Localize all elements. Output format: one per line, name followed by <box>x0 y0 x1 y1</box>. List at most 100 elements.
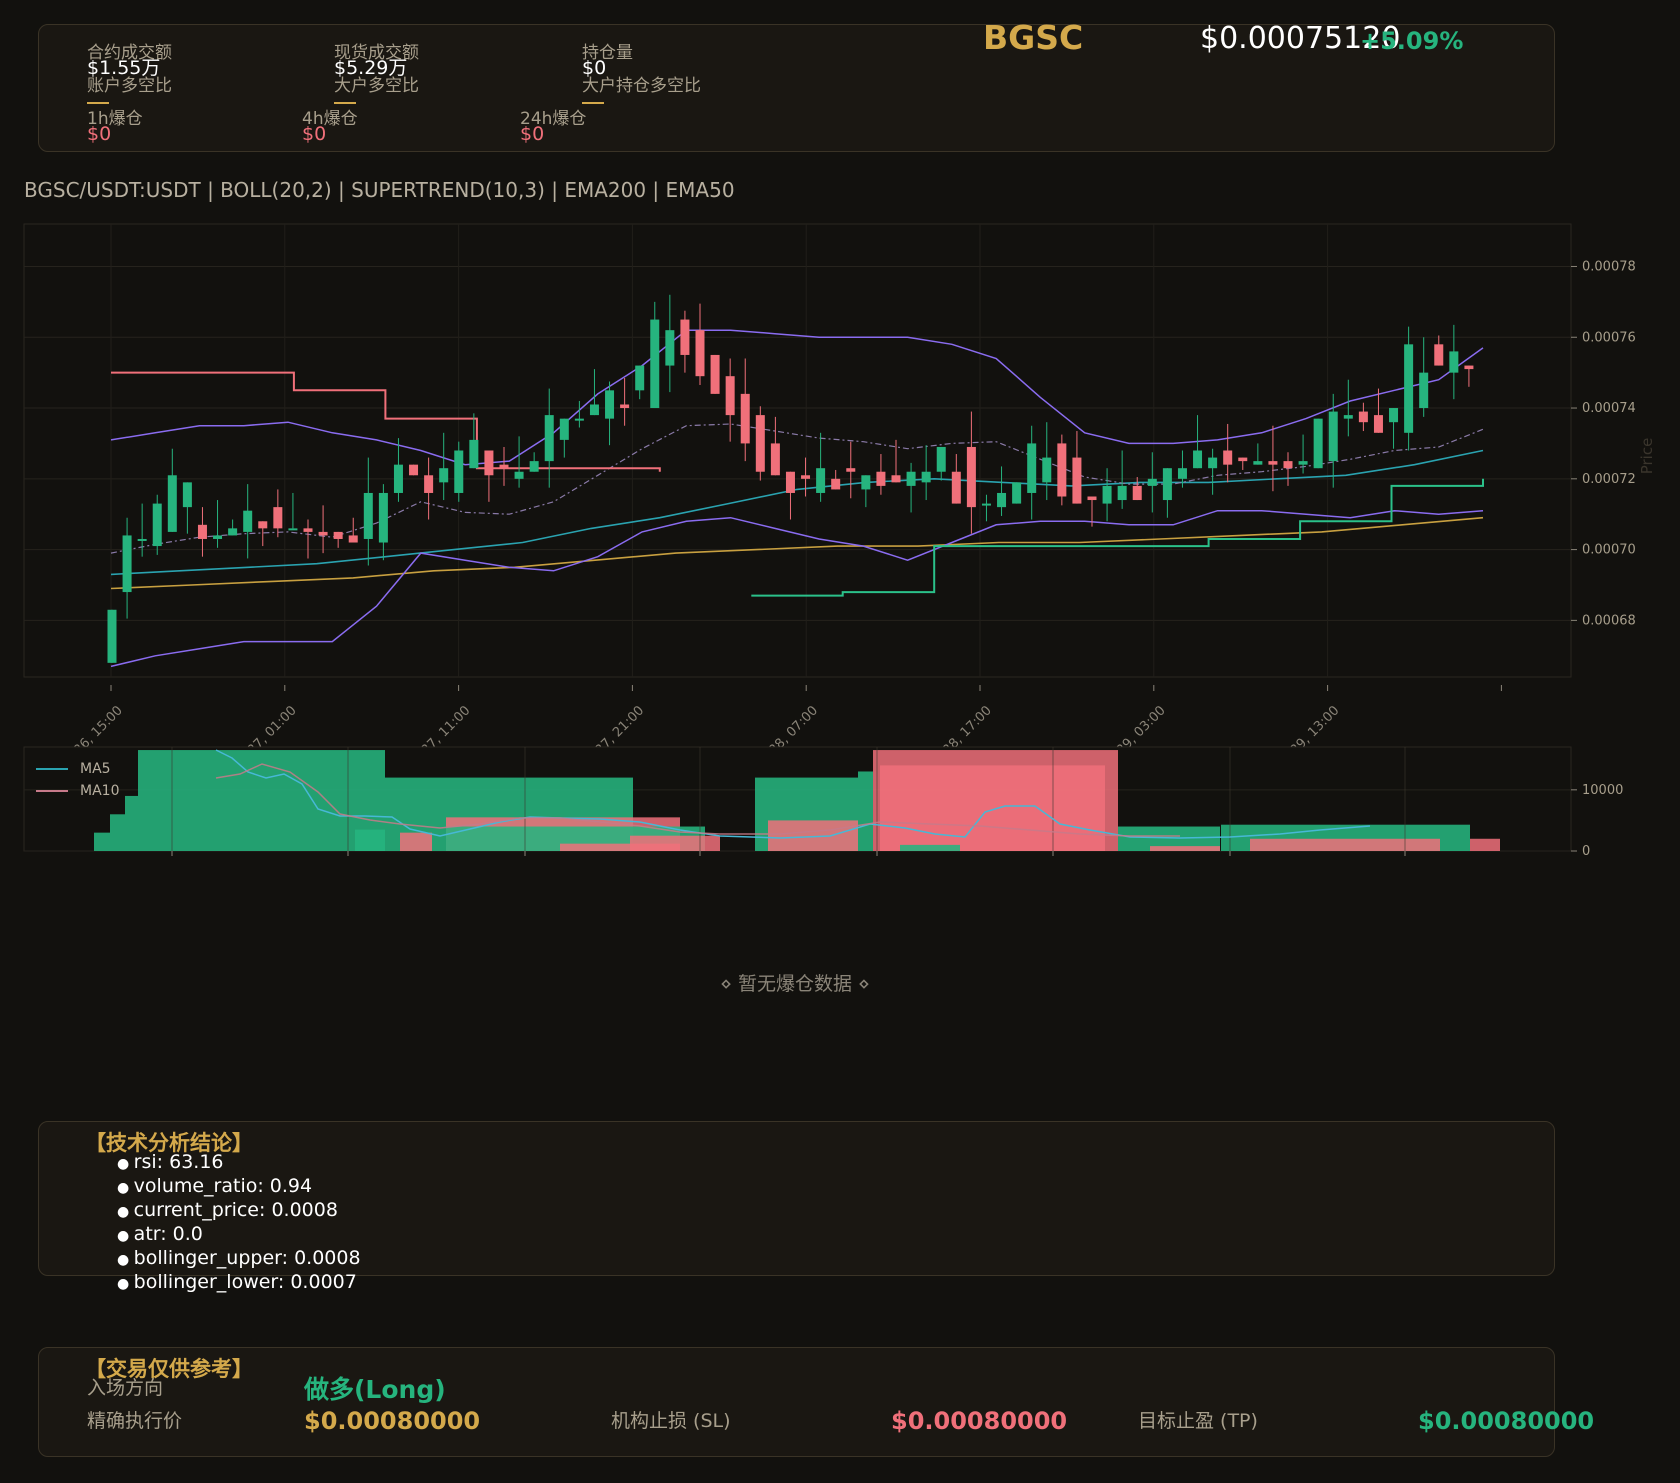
candle-body <box>1343 415 1353 419</box>
candle-body <box>951 471 961 504</box>
time-tick-label: Jun 29, 03:00 <box>1096 703 1169 748</box>
candle-body <box>906 471 916 486</box>
analysis-item-rsi: rsi: 63.16 <box>117 1151 361 1175</box>
candle-body <box>439 468 449 483</box>
analysis-item-volume-ratio: volume_ratio: 0.94 <box>117 1175 361 1199</box>
volume-bar-down <box>1250 838 1440 851</box>
candle-body <box>1373 415 1383 433</box>
candle-body <box>197 524 207 539</box>
entry-price-label: 精确执行价 <box>87 1410 183 1432</box>
candle-body <box>454 450 464 493</box>
candle-body <box>544 415 554 462</box>
candle-body <box>303 528 313 532</box>
candle-body <box>258 521 268 529</box>
time-tick-label: Jun 27, 11:00 <box>401 703 474 748</box>
legend-ma5: MA5 <box>36 758 119 780</box>
top-trader-ls-ratio-label: 大户多空比 <box>334 76 419 96</box>
top-trader-ls-ratio-bar <box>334 102 356 104</box>
analysis-item-current-price: current_price: 0.0008 <box>117 1199 361 1223</box>
account-ls-ratio-bar <box>87 102 109 104</box>
account-ls-ratio-label: 账户多空比 <box>87 76 172 96</box>
candle-body <box>1087 496 1097 501</box>
time-tick-label: Jun 27, 21:00 <box>575 703 648 748</box>
time-tick-label: Jun 28, 07:00 <box>748 703 821 748</box>
candle-body <box>318 531 328 536</box>
volume-legend: MA5 MA10 <box>36 758 119 802</box>
candle-body <box>650 319 660 409</box>
candle-body <box>514 471 524 479</box>
price-tick-label: 0.00070 <box>1582 543 1636 558</box>
candle-body <box>469 439 479 469</box>
candle-body <box>1117 485 1127 501</box>
price-tick-label: 0.00072 <box>1582 472 1636 487</box>
analysis-item-bollinger-lower: bollinger_lower: 0.0007 <box>117 1271 361 1295</box>
top-trader-position-ratio-bar <box>582 102 604 104</box>
candle-body <box>755 415 765 472</box>
candle-body <box>997 492 1007 508</box>
price-axis-label: Price <box>1638 438 1656 475</box>
chart-title: BGSC/USDT:USDT | BOLL(20,2) | SUPERTREND… <box>24 178 735 202</box>
candle-body <box>1268 461 1278 465</box>
liq-1h-value: $0 <box>87 123 112 145</box>
candle-body <box>891 475 901 483</box>
candle-body <box>620 404 630 409</box>
candle-body <box>635 365 645 391</box>
volume-bar-down <box>768 820 858 851</box>
legend-ma10-label: MA10 <box>80 783 120 799</box>
volume-bar-up <box>94 832 110 851</box>
candle-body <box>288 528 298 531</box>
candle-body <box>1389 408 1399 423</box>
entry-direction-label: 入场方向 <box>87 1377 164 1399</box>
liq-24h-value: $0 <box>520 123 545 145</box>
candle-body <box>559 418 569 440</box>
candle-body <box>665 330 675 366</box>
candle-body <box>1404 344 1414 433</box>
volume-tick-label: 0 <box>1582 844 1590 859</box>
candle-body <box>1434 344 1444 366</box>
candle-body <box>1283 461 1293 469</box>
candle-body <box>1072 457 1082 504</box>
stop-loss-value: $0.00080000 <box>891 1407 1068 1435</box>
price-chart[interactable]: 0.00068 0.00070 0.00072 0.00074 0.00076 0.000… <box>0 218 1680 748</box>
candle-body <box>182 482 192 508</box>
volume-chart[interactable]: 0 10000 <box>0 744 1680 864</box>
trade-panel: 【交易仅供参考】 入场方向 做多(Long) 精确执行价 $0.00080000… <box>38 1347 1594 1457</box>
candle-body <box>605 390 615 419</box>
candle-body <box>589 404 599 416</box>
candle-body <box>1162 468 1172 501</box>
candle-body <box>1238 457 1248 462</box>
candle-body <box>695 330 705 377</box>
candle-body <box>876 471 886 486</box>
candle-body <box>1132 485 1142 501</box>
candle-body <box>1358 411 1368 423</box>
candle-body <box>1102 485 1112 504</box>
candle-body <box>936 446 946 472</box>
candle-body <box>363 492 373 539</box>
candle-body <box>529 461 539 472</box>
volume-bar-down <box>1150 846 1220 851</box>
time-tick-label: Jun 26, 15:00 <box>53 703 126 748</box>
candle-body <box>1177 468 1187 479</box>
candle-body <box>1012 482 1022 504</box>
price-tick-label: 0.00076 <box>1582 330 1636 345</box>
liq-4h-value: $0 <box>302 123 327 145</box>
candle-body <box>409 464 419 476</box>
volume-bar-down <box>560 843 680 851</box>
candle-body <box>574 418 584 421</box>
candle-body <box>228 528 238 536</box>
candle-body <box>167 475 177 532</box>
candle-body <box>1057 443 1067 497</box>
candle-body <box>213 535 223 539</box>
volume-bar-up <box>355 829 385 851</box>
candle-body <box>273 507 283 529</box>
analysis-panel: 【技术分析结论】 rsi: 63.16 volume_ratio: 0.94 c… <box>38 1121 1555 1293</box>
candle-body <box>1193 450 1203 469</box>
candle-body <box>740 393 750 444</box>
legend-ma5-label: MA5 <box>80 761 111 777</box>
candle-body <box>393 464 403 493</box>
volume-bar-down <box>1470 838 1500 851</box>
price-change: +5.09% <box>1360 27 1464 55</box>
candle-body <box>831 478 841 490</box>
entry-direction-value: 做多(Long) <box>304 1375 446 1404</box>
analysis-list: rsi: 63.16 volume_ratio: 0.94 current_pr… <box>117 1151 361 1295</box>
